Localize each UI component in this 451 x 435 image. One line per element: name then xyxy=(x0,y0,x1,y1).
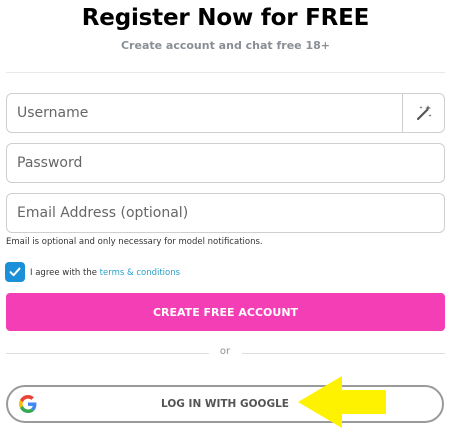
arrow-pointer-icon xyxy=(298,376,386,428)
generate-username-button[interactable] xyxy=(402,94,444,132)
username-field xyxy=(6,93,445,133)
email-hint: Email is optional and only necessary for… xyxy=(6,237,263,247)
terms-prefix-text: I agree with the xyxy=(30,268,100,278)
or-divider-text: or xyxy=(219,346,231,357)
or-divider-left xyxy=(6,353,209,354)
password-field xyxy=(6,143,445,183)
create-account-button[interactable]: CREATE FREE ACCOUNT xyxy=(6,293,445,331)
page-subtitle: Create account and chat free 18+ xyxy=(120,39,330,52)
email-field xyxy=(6,193,445,233)
magic-wand-icon xyxy=(416,105,431,121)
email-input[interactable] xyxy=(7,194,444,232)
header-divider xyxy=(6,72,445,73)
username-input[interactable] xyxy=(7,94,401,132)
or-divider-right xyxy=(242,353,445,354)
terms-checkbox[interactable] xyxy=(5,262,25,282)
create-account-label: CREATE FREE ACCOUNT xyxy=(152,305,299,319)
page-title: Register Now for FREE xyxy=(81,5,370,31)
terms-link[interactable]: terms & conditions xyxy=(100,268,180,278)
password-input[interactable] xyxy=(7,144,444,182)
terms-agreement: I agree with the terms & conditions xyxy=(30,268,180,278)
checkmark-icon xyxy=(9,267,21,277)
